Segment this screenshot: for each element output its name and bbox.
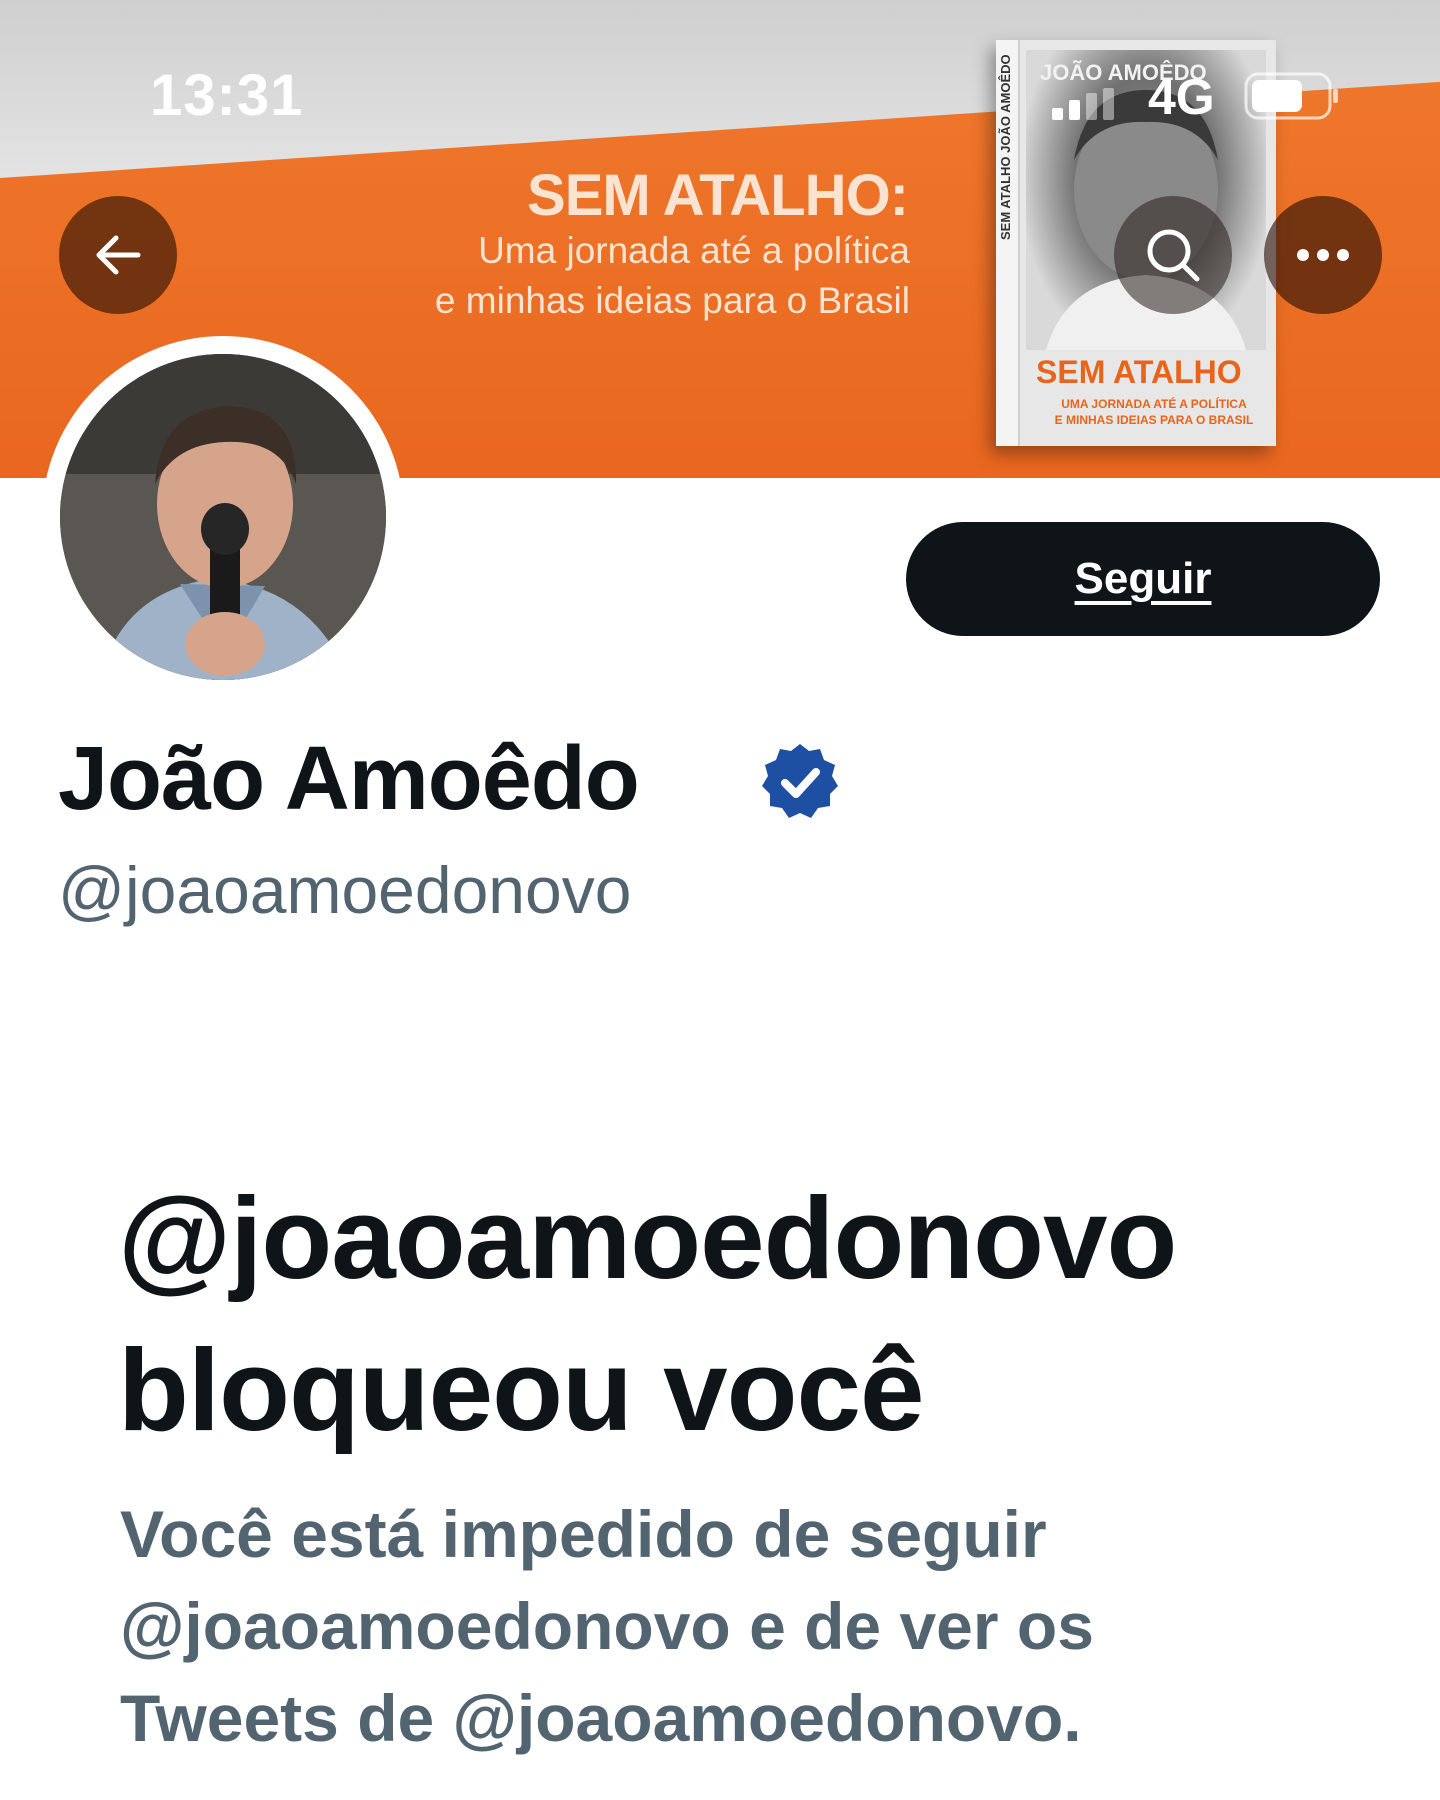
blocked-message-line2: @joaoamoedonovo e de ver os: [120, 1589, 1094, 1663]
banner-headline: SEM ATALHO:: [527, 163, 909, 228]
book-subtitle-line1: UMA JORNADA ATÉ A POLÍTICA: [1061, 397, 1247, 411]
profile-handle: @joaoamoedonovo: [58, 853, 632, 927]
verified-badge-icon: [762, 744, 838, 818]
back-button[interactable]: [59, 196, 177, 314]
back-arrow-icon: [96, 235, 141, 275]
signal-icon: [1052, 88, 1114, 120]
banner-subtitle: Uma jornada até a política e minhas idei…: [435, 226, 910, 326]
banner-subtitle-line2: e minhas ideias para o Brasil: [434, 280, 910, 321]
book-title: SEM ATALHO: [1036, 354, 1242, 390]
follow-button[interactable]: Seguir: [906, 522, 1380, 636]
battery-icon: [1244, 72, 1338, 120]
blocked-title-line1: @joaoamoedonovo: [118, 1173, 1177, 1303]
blocked-title-line2: bloqueou você: [118, 1325, 925, 1455]
blocked-message-line3: Tweets de @joaoamoedonovo.: [120, 1681, 1082, 1755]
status-time: 13:31: [150, 63, 304, 128]
banner-subtitle-line1: Uma jornada até a política: [478, 230, 910, 271]
avatar[interactable]: [60, 354, 386, 680]
book-spine-text: SEM ATALHO JOÃO AMOÊDO: [998, 54, 1013, 240]
book-subtitle: UMA JORNADA ATÉ A POLÍTICA E MINHAS IDEI…: [1036, 396, 1272, 428]
book-subtitle-line2: E MINHAS IDEIAS PARA O BRASIL: [1054, 413, 1254, 427]
search-icon: [1147, 229, 1200, 282]
more-options-button[interactable]: [1264, 196, 1382, 314]
search-button[interactable]: [1114, 196, 1232, 314]
avatar-photo: [60, 354, 386, 680]
blocked-message: Você está impedido de seguir @joaoamoedo…: [120, 1488, 1380, 1764]
book-spine: SEM ATALHO JOÃO AMOÊDO: [996, 40, 1020, 446]
more-icon: [1297, 249, 1349, 261]
display-name: João Amoêdo: [58, 729, 640, 829]
blocked-title: @joaoamoedonovo bloqueou você: [118, 1162, 1358, 1466]
blocked-message-line1: Você está impedido de seguir: [120, 1497, 1047, 1571]
network-type: 4G: [1148, 69, 1215, 125]
